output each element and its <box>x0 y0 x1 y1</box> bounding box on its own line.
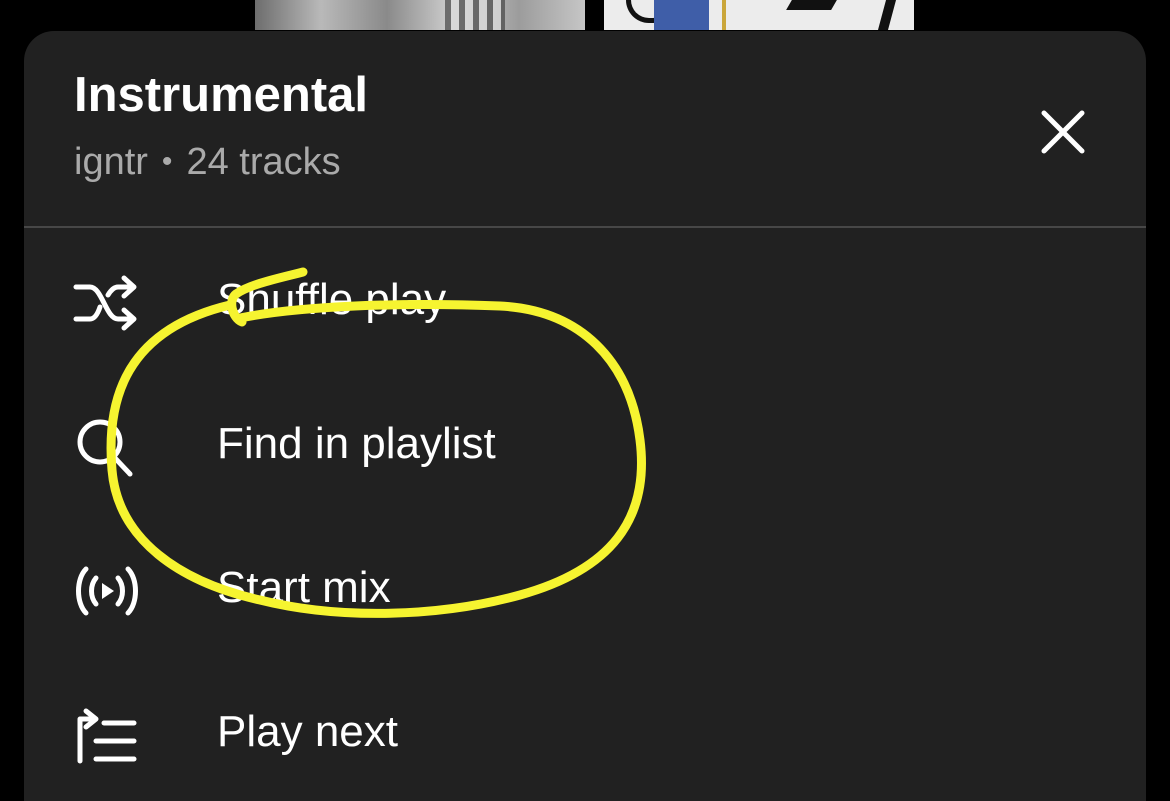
screen: Instrumental igntr • 24 tracks Shuffle p… <box>0 0 1170 801</box>
playlist-title: Instrumental <box>74 68 369 122</box>
menu-item-label: Find in playlist <box>217 419 496 468</box>
options-menu: Shuffle play Find in playlist Start mix … <box>24 228 1146 801</box>
subtitle-separator: • <box>161 145 173 178</box>
playlist-options-sheet: Instrumental igntr • 24 tracks Shuffle p… <box>24 31 1146 801</box>
menu-item-label: Start mix <box>217 563 391 612</box>
playlist-subtitle: igntr • 24 tracks <box>74 143 341 181</box>
shuffle-icon <box>72 268 142 338</box>
close-icon <box>1041 110 1085 154</box>
playlist-owner: igntr <box>74 141 148 183</box>
menu-item-find-in-playlist[interactable]: Find in playlist <box>24 372 1146 516</box>
playlist-track-count: 24 tracks <box>186 141 341 183</box>
menu-item-play-next[interactable]: Play next <box>24 660 1146 801</box>
sheet-header: Instrumental igntr • 24 tracks <box>24 31 1146 228</box>
menu-item-label: Shuffle play <box>217 275 447 324</box>
menu-item-label: Play next <box>217 707 398 756</box>
radio-mix-icon <box>72 556 142 626</box>
menu-item-shuffle-play[interactable]: Shuffle play <box>24 228 1146 372</box>
close-button[interactable] <box>1032 101 1094 163</box>
album-thumbnail-left[interactable] <box>255 0 585 30</box>
search-icon <box>72 412 142 482</box>
play-next-icon <box>72 700 142 770</box>
menu-item-start-mix[interactable]: Start mix <box>24 516 1146 660</box>
album-thumbnail-right[interactable] <box>604 0 914 30</box>
